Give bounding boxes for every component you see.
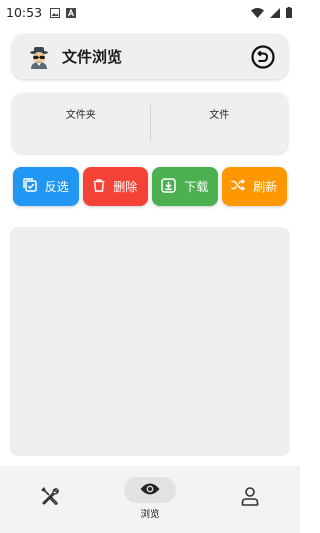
delete-label: 删除 [113, 180, 138, 194]
status-time: 10:53 [6, 4, 43, 20]
download-icon [161, 177, 176, 196]
status-bar: 10:53 [0, 0, 300, 24]
back-arrow-icon[interactable] [248, 42, 278, 72]
nav-item-profile[interactable] [200, 466, 300, 533]
page-title: 文件浏览 [62, 48, 123, 66]
select-inverse-label: 反选 [44, 180, 69, 194]
nav-icon-wrap-browse [124, 477, 176, 503]
app-notification-icon [66, 3, 77, 22]
battery-icon [286, 3, 292, 22]
wifi-icon [251, 3, 264, 22]
nav-icon-wrap-profile [224, 485, 276, 511]
trash-icon [93, 178, 105, 195]
shuffle-icon [231, 179, 246, 194]
download-label: 下载 [184, 180, 209, 194]
eye-icon [140, 481, 160, 500]
nav-item-tools[interactable] [0, 466, 100, 533]
delete-button[interactable]: 删除 [82, 167, 148, 206]
files-label: 文件 [209, 110, 230, 121]
counts-card: 文件夹 文件 [12, 93, 288, 153]
spy-avatar-icon [26, 44, 52, 70]
nav-item-browse[interactable]: 浏览 [100, 466, 200, 533]
refresh-label: 刷新 [253, 180, 278, 194]
signal-icon [270, 3, 280, 22]
photo-notification-icon [50, 3, 61, 22]
app-header: 文件浏览 [12, 34, 288, 79]
file-list-area[interactable] [10, 227, 290, 456]
nav-icon-wrap-tools [24, 485, 76, 511]
select-inverse-button[interactable]: 反选 [13, 167, 79, 206]
select-inverse-icon [22, 178, 37, 195]
status-right-group [251, 3, 292, 22]
tools-icon [40, 486, 60, 510]
person-icon [241, 486, 259, 510]
bottom-navigation: 浏览 [0, 466, 300, 533]
download-button[interactable]: 下载 [152, 167, 218, 206]
action-bar: 反选 删除 下载 刷新 [13, 167, 287, 206]
files-count[interactable]: 文件 [151, 93, 289, 153]
refresh-button[interactable]: 刷新 [221, 167, 287, 206]
folders-count[interactable]: 文件夹 [12, 93, 150, 153]
folders-label: 文件夹 [65, 110, 96, 121]
nav-label-browse: 浏览 [140, 509, 160, 520]
